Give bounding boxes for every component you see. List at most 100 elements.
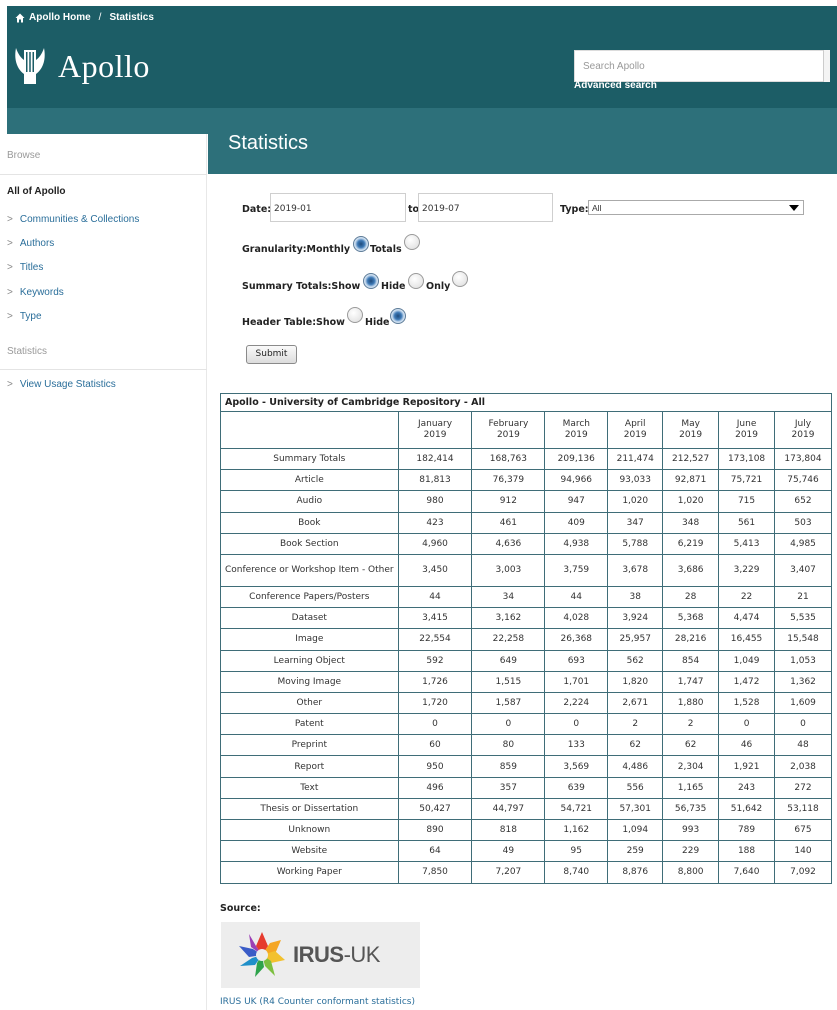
table-cell: 46 xyxy=(718,734,776,757)
table-cell: 44 xyxy=(397,585,473,609)
page-title-band: Statistics xyxy=(208,108,837,174)
table-cell: 3,229 xyxy=(718,553,776,587)
table-header-year: 2019 xyxy=(679,430,703,440)
table-cell: 8,876 xyxy=(607,861,664,884)
table-cell: 1,820 xyxy=(607,670,664,693)
header-table-label: Header Table:Show xyxy=(242,317,345,328)
table-header-month: July 2019 xyxy=(774,411,832,449)
table-row: Image 22,554 22,258 26,368 25,957 28,216 16,45… xyxy=(220,628,832,651)
table-cell: 3,678 xyxy=(607,553,664,587)
table-cell: 5,535 xyxy=(774,607,832,630)
sidebar-item-titles[interactable]: > Titles xyxy=(7,262,43,273)
table-row-label: Learning Object xyxy=(220,649,399,672)
header-table-hide-radio[interactable] xyxy=(390,308,406,324)
table-row: Learning Object 592 649 693 562 854 1,049 1,053 xyxy=(220,649,832,672)
table-cell: 3,003 xyxy=(471,553,546,587)
table-cell: 890 xyxy=(397,818,473,842)
source-label: Source: xyxy=(220,903,261,914)
table-cell: 2 xyxy=(662,713,720,736)
table-cell: 75,746 xyxy=(774,469,832,492)
table-cell: 1,472 xyxy=(718,670,776,693)
irus-logo-text-main: IRUS xyxy=(293,942,344,967)
table-cell: 1,020 xyxy=(662,490,720,513)
sidebar-item-type[interactable]: > Type xyxy=(7,311,42,322)
table-row-label: Conference or Workshop Item - Other xyxy=(220,553,399,587)
table-cell: 1,020 xyxy=(607,490,664,513)
table-cell: 48 xyxy=(774,734,832,757)
table-row-label: Article xyxy=(220,469,399,492)
irus-star-icon xyxy=(239,932,285,977)
summary-show-radio[interactable] xyxy=(363,273,379,289)
table-cell: 3,415 xyxy=(397,607,473,630)
table-cell: 818 xyxy=(471,818,546,842)
breadcrumb-home-link[interactable]: Apollo Home xyxy=(29,12,91,23)
sidebar-item-communities[interactable]: > Communities & Collections xyxy=(7,214,139,225)
summary-only-label: Only xyxy=(426,281,451,292)
search-button[interactable] xyxy=(823,50,830,82)
table-cell: 80 xyxy=(471,734,546,757)
table-header-month-name: March xyxy=(562,418,590,429)
table-cell: 789 xyxy=(718,818,776,842)
site-logo[interactable]: Apollo xyxy=(12,44,150,88)
table-cell: 0 xyxy=(397,713,473,736)
table-cell: 16,455 xyxy=(718,628,776,651)
date-to-input[interactable]: 2019-07 xyxy=(418,193,553,222)
table-header-month: February 2019 xyxy=(471,411,546,449)
table-cell: 993 xyxy=(662,818,720,842)
table-caption: Apollo - University of Cambridge Reposit… xyxy=(220,393,832,412)
table-cell: 3,759 xyxy=(544,553,609,587)
table-cell: 7,850 xyxy=(397,861,473,884)
type-select[interactable]: All xyxy=(588,200,804,215)
granularity-label: Granularity:Monthly xyxy=(242,244,351,255)
summary-only-radio[interactable] xyxy=(452,271,468,287)
table-header-blank xyxy=(220,411,399,449)
irus-logo[interactable]: IRUS-UK xyxy=(221,922,420,988)
table-header-month: April 2019 xyxy=(607,411,664,449)
table-row: Conference Papers/Posters 44 34 44 38 28 22 21 xyxy=(220,585,832,609)
submit-button[interactable]: Submit xyxy=(246,345,297,364)
date-from-input[interactable]: 2019-01 xyxy=(270,193,406,222)
granularity-monthly-radio[interactable] xyxy=(353,236,369,252)
table-cell: 0 xyxy=(471,713,546,736)
type-select-value: All xyxy=(592,203,602,213)
advanced-search-link[interactable]: Advanced search xyxy=(574,80,657,91)
table-row-label: Website xyxy=(220,840,399,863)
table-header-year: 2019 xyxy=(423,430,447,440)
irus-link[interactable]: IRUS UK (R4 Counter conformant statistic… xyxy=(220,997,415,1007)
table-cell: 3,450 xyxy=(397,553,473,587)
table-cell: 3,569 xyxy=(544,755,609,778)
table-cell: 7,640 xyxy=(718,861,776,884)
table-cell: 26,368 xyxy=(544,628,609,651)
statistics-table: Apollo - University of Cambridge Reposit… xyxy=(220,393,832,884)
table-header-month-name: January xyxy=(417,418,453,429)
table-cell: 912 xyxy=(471,490,546,513)
header-table-show-radio[interactable] xyxy=(347,307,363,323)
table-header-year: 2019 xyxy=(735,430,758,440)
sidebar-item-keywords[interactable]: > Keywords xyxy=(7,287,64,298)
summary-hide-radio[interactable] xyxy=(408,273,424,289)
table-cell: 209,136 xyxy=(544,447,609,471)
table-row-label: Summary Totals xyxy=(220,447,399,471)
sidebar-item-label: Authors xyxy=(19,238,55,249)
home-icon xyxy=(15,13,25,22)
table-row-label: Book Section xyxy=(220,532,399,555)
granularity-totals-radio[interactable] xyxy=(404,234,420,250)
sidebar-item-authors[interactable]: > Authors xyxy=(7,238,54,249)
table-row-label: Unknown xyxy=(220,818,399,842)
page-title: Statistics xyxy=(228,132,309,154)
summary-hide-label: Hide xyxy=(381,281,406,292)
table-row-label: Audio xyxy=(220,490,399,513)
table-cell: 168,763 xyxy=(471,447,546,471)
table-cell: 1,587 xyxy=(471,691,546,715)
search-input[interactable]: Search Apollo xyxy=(574,50,824,82)
table-row: Unknown 890 818 1,162 1,094 993 789 675 xyxy=(220,818,832,842)
table-row: Working Paper 7,850 7,207 8,740 8,876 8,800 7,… xyxy=(220,861,832,884)
sidebar-item-view-usage-statistics[interactable]: > View Usage Statistics xyxy=(7,379,116,390)
table-cell: 4,938 xyxy=(544,532,609,555)
table-cell: 561 xyxy=(718,511,776,534)
table-cell: 1,515 xyxy=(471,670,546,693)
table-cell: 1,880 xyxy=(662,691,720,715)
table-cell: 57,301 xyxy=(607,797,664,821)
table-header-month: June 2019 xyxy=(718,411,776,449)
sidebar-item-label: Communities & Collections xyxy=(19,214,140,225)
